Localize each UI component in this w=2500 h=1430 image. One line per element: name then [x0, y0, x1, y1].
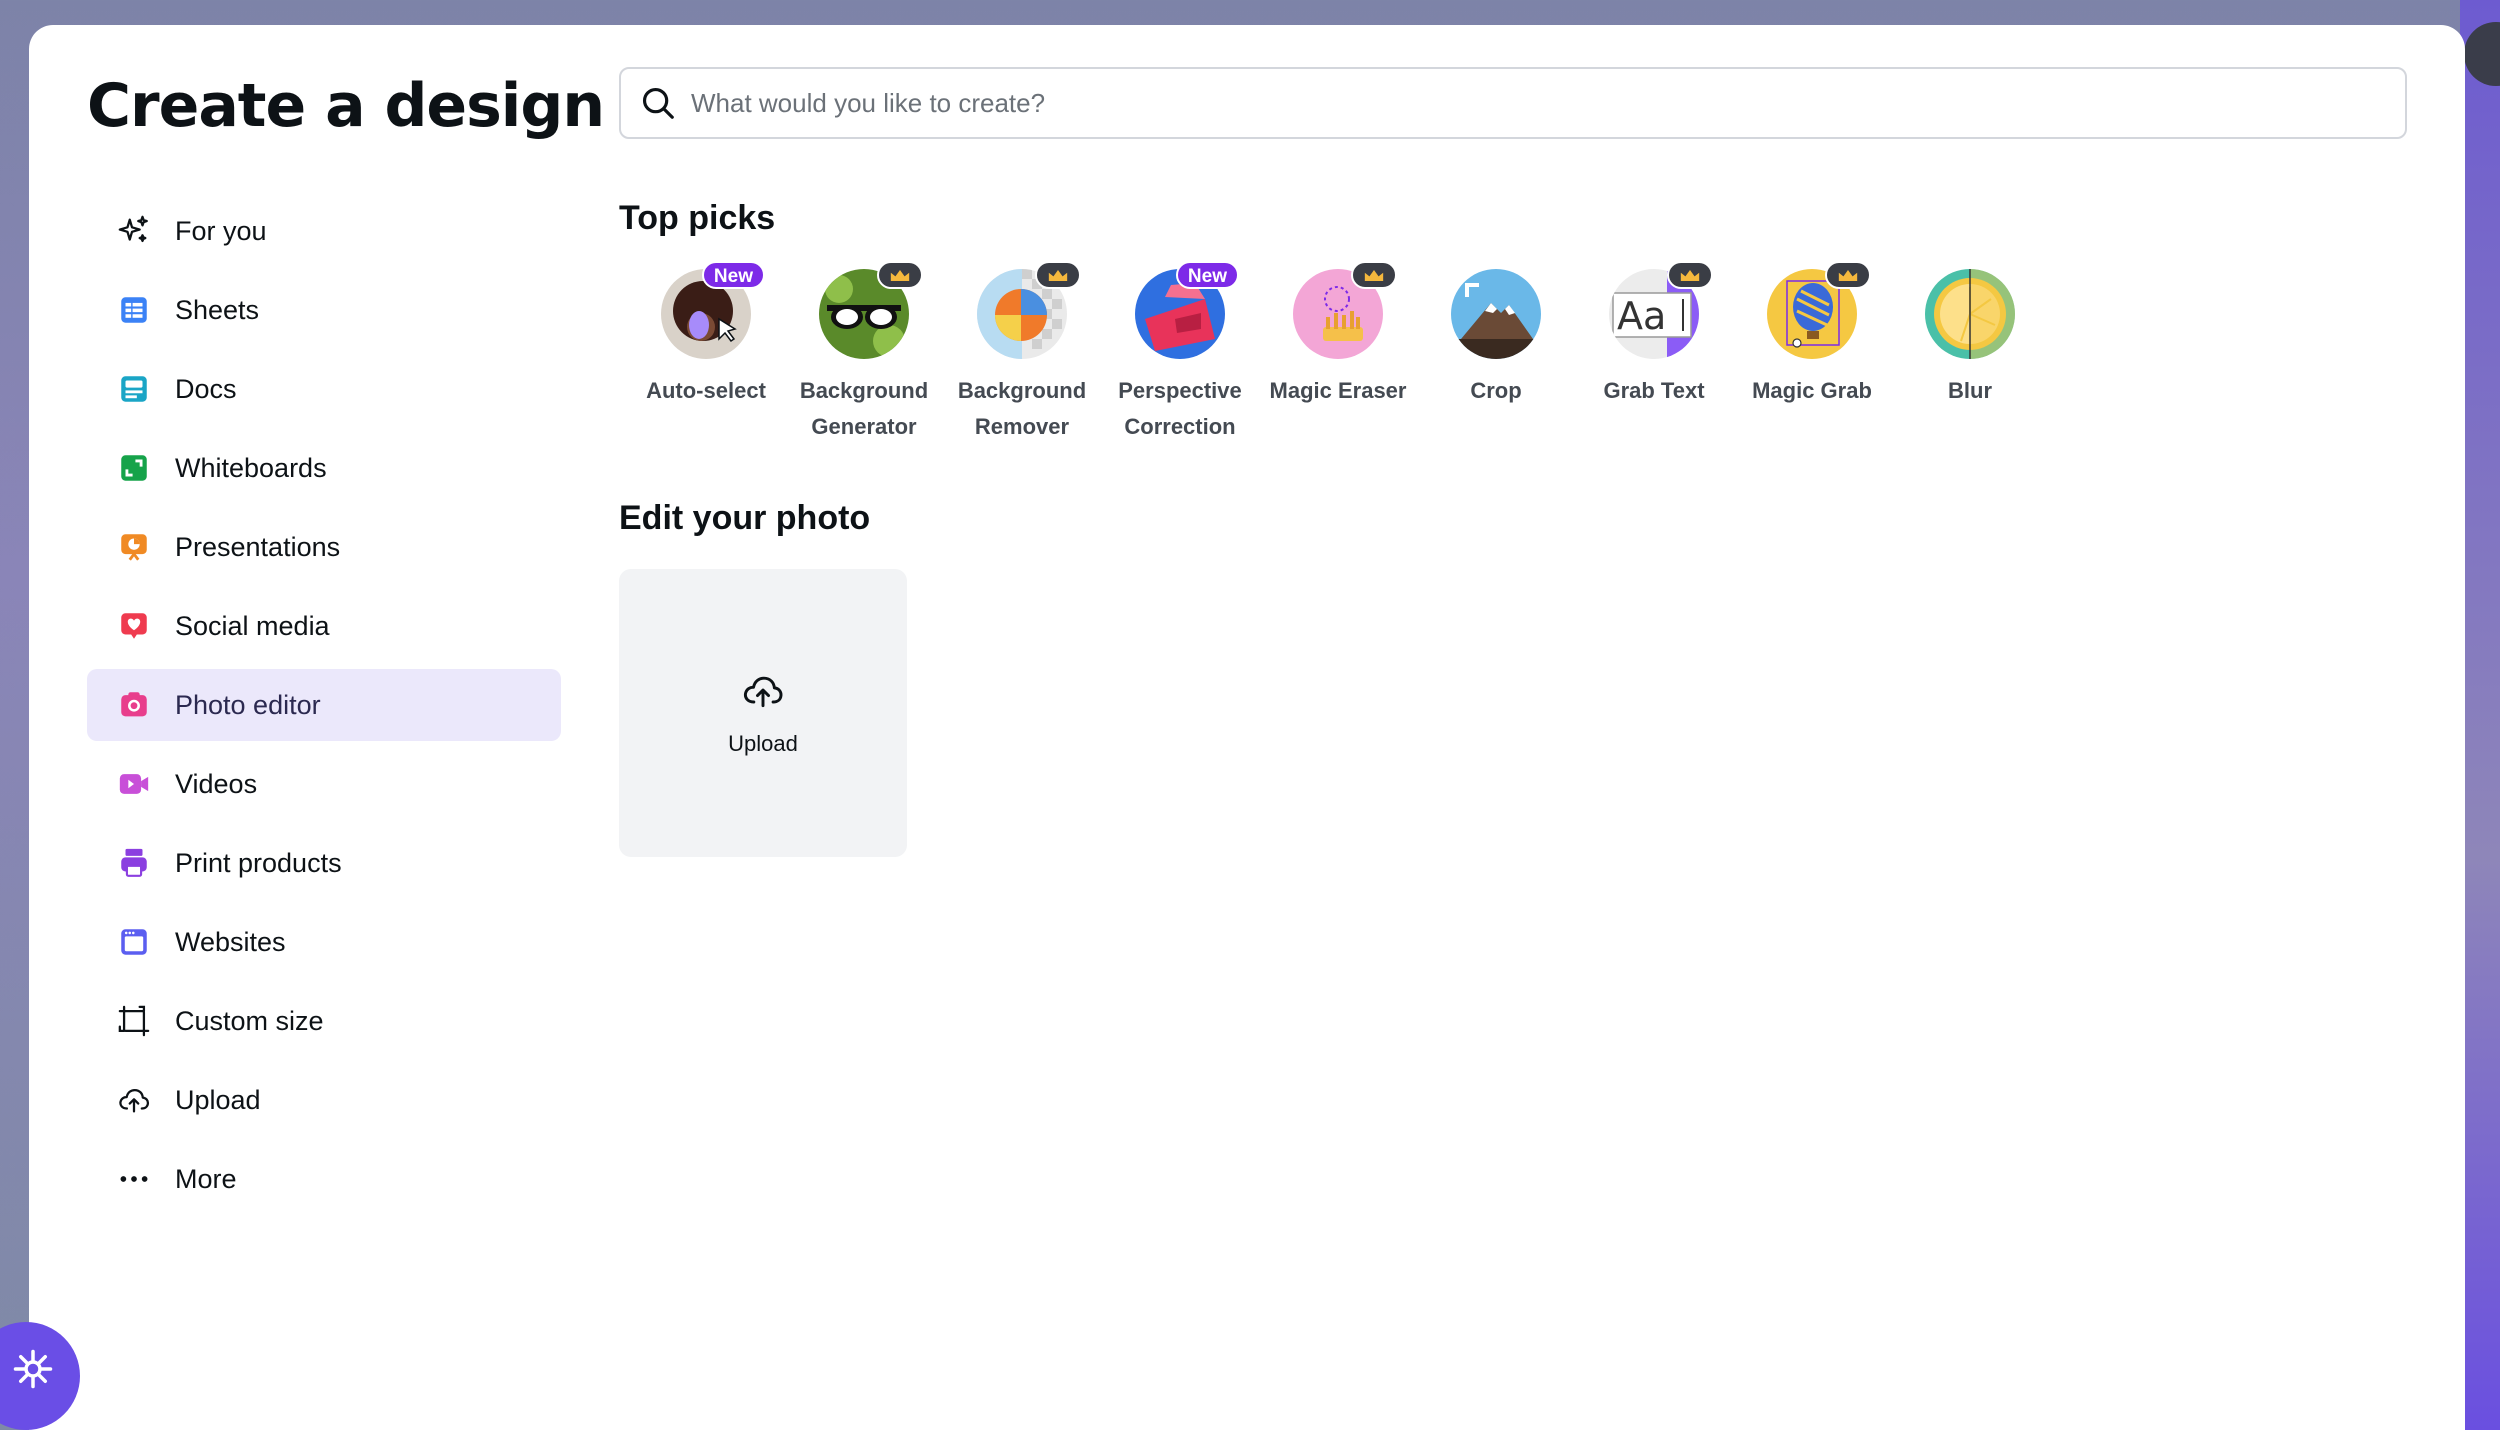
sidebar-item-label: Videos — [175, 768, 258, 799]
sidebar-item-upload[interactable]: Upload — [87, 1064, 561, 1136]
asterisk-icon — [13, 1349, 53, 1389]
cloud-upload-icon — [743, 676, 783, 708]
dialog-title: Create a design — [87, 71, 605, 141]
cloud-upload-icon — [119, 1088, 150, 1113]
category-sidebar: For you Sheets Docs Whiteboards Presenta… — [87, 195, 561, 1222]
more-dots-icon — [120, 1176, 148, 1182]
pick-background-generator[interactable]: Background Generator — [785, 261, 943, 445]
docs-icon — [121, 376, 147, 402]
premium-badge — [1825, 261, 1871, 289]
pick-label: Perspective Correction — [1118, 378, 1242, 439]
sidebar-item-label: Social media — [175, 610, 330, 641]
blur-thumbnail — [1925, 269, 2015, 359]
sidebar-item-label: Websites — [175, 926, 286, 957]
sheets-icon — [121, 297, 147, 323]
pick-background-remover[interactable]: Background Remover — [943, 261, 1101, 445]
upload-label: Upload — [728, 731, 798, 756]
sidebar-item-label: Custom size — [175, 1005, 324, 1036]
svg-text:Aa: Aa — [1617, 294, 1666, 338]
sidebar-item-custom-size[interactable]: Custom size — [87, 985, 561, 1057]
crown-icon — [1364, 269, 1384, 281]
sidebar-item-label: Upload — [175, 1084, 261, 1115]
sidebar-item-presentations[interactable]: Presentations — [87, 511, 561, 583]
sidebar-item-social-media[interactable]: Social media — [87, 590, 561, 662]
pick-label: Background Generator — [799, 378, 929, 439]
sidebar-item-more[interactable]: More — [87, 1143, 561, 1215]
video-icon — [119, 774, 149, 794]
whiteboard-icon — [121, 455, 147, 481]
pick-perspective-correction[interactable]: New Perspective Correction — [1101, 261, 1259, 445]
sidebar-item-sheets[interactable]: Sheets — [87, 274, 561, 346]
sidebar-item-videos[interactable]: Videos — [87, 748, 561, 820]
sidebar-item-label: Print products — [175, 847, 342, 878]
sidebar-item-label: Presentations — [175, 531, 341, 562]
sidebar-item-label: Whiteboards — [175, 452, 327, 483]
upload-photo-card[interactable]: Upload — [619, 569, 907, 857]
crown-icon — [1838, 269, 1858, 281]
custom-size-icon — [118, 1005, 150, 1037]
pick-label: Grab Text — [1603, 378, 1705, 403]
pick-label: Magic Grab — [1752, 378, 1872, 403]
backdrop-right — [2460, 0, 2500, 1430]
sidebar-item-label: Sheets — [175, 294, 260, 325]
camera-icon — [121, 692, 147, 717]
crop-image — [1451, 269, 1541, 359]
crown-icon — [1680, 269, 1700, 281]
new-badge: New — [1175, 261, 1239, 289]
pick-magic-eraser[interactable]: Magic Eraser — [1259, 261, 1417, 445]
crown-icon — [890, 269, 910, 281]
create-design-dialog: Create a design For you — [29, 25, 2465, 1430]
pick-label: Background Remover — [957, 378, 1087, 439]
presentation-icon — [121, 534, 147, 561]
sidebar-item-whiteboards[interactable]: Whiteboards — [87, 432, 561, 504]
pick-label: Blur — [1948, 378, 1992, 403]
sidebar-item-label: More — [175, 1163, 237, 1194]
sidebar-item-label: For you — [175, 215, 267, 246]
premium-badge — [877, 261, 923, 289]
pick-grab-text[interactable]: Aa Grab Text — [1575, 261, 1733, 445]
pick-label: Auto-select — [646, 378, 766, 403]
search-input[interactable] — [691, 87, 2371, 119]
premium-badge — [1035, 261, 1081, 289]
blur-image — [1925, 269, 2015, 359]
new-badge: New — [701, 261, 765, 289]
pick-crop[interactable]: Crop — [1417, 269, 1575, 445]
top-picks-heading: Top picks — [619, 199, 776, 237]
edit-photo-heading: Edit your photo — [619, 499, 871, 537]
crown-icon — [1048, 269, 1068, 281]
website-icon — [121, 929, 147, 955]
premium-badge — [1667, 261, 1713, 289]
search-icon — [642, 87, 674, 119]
pick-magic-grab[interactable]: Magic Grab — [1733, 261, 1891, 445]
sidebar-item-photo-editor[interactable]: Photo editor — [87, 669, 561, 741]
sidebar-item-websites[interactable]: Websites — [87, 906, 561, 978]
search-box[interactable] — [619, 67, 2407, 139]
pick-label: Crop — [1470, 378, 1522, 403]
sidebar-item-label: Photo editor — [175, 689, 321, 720]
crop-thumbnail — [1451, 269, 1541, 359]
pick-blur[interactable]: Blur — [1891, 269, 2049, 445]
printer-icon — [121, 848, 147, 877]
sidebar-item-for-you[interactable]: For you — [87, 195, 561, 267]
sidebar-item-print-products[interactable]: Print products — [87, 827, 561, 899]
sidebar-item-label: Docs — [175, 373, 237, 404]
premium-badge — [1351, 261, 1397, 289]
pick-auto-select[interactable]: New Auto-select — [627, 261, 785, 445]
sparkles-icon — [118, 215, 148, 243]
pick-label: Magic Eraser — [1269, 378, 1407, 403]
heart-icon — [121, 613, 147, 639]
sidebar-item-docs[interactable]: Docs — [87, 353, 561, 425]
top-picks-row: New Auto-select Background Generator Bac… — [627, 261, 2049, 445]
